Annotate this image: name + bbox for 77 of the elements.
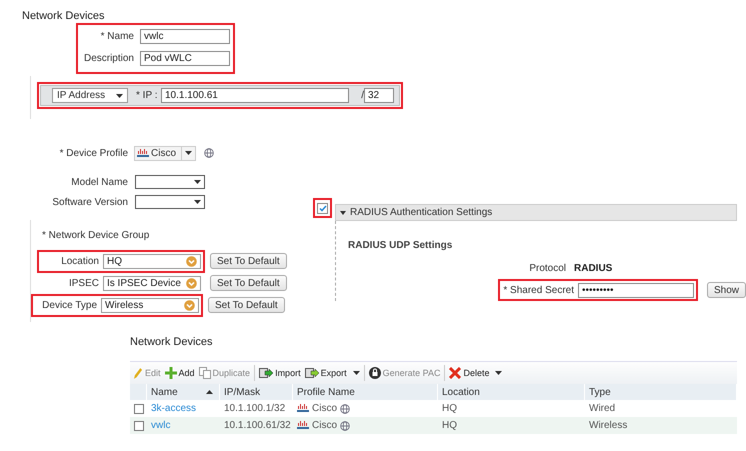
dropdown-icon <box>184 300 195 310</box>
show-button[interactable]: Show <box>707 282 746 298</box>
mask-field[interactable]: 32 <box>364 88 394 103</box>
expand-icon <box>340 210 346 214</box>
column-header[interactable]: IP/Mask <box>220 384 293 400</box>
table-cell: HQ <box>442 403 457 414</box>
field-label: IPSEC <box>68 278 99 288</box>
column-header[interactable]: Profile Name <box>293 384 438 400</box>
field-label: Description <box>82 53 134 64</box>
address-type-select[interactable]: IP Address <box>52 88 128 103</box>
field-label: * Device Profile <box>58 148 128 158</box>
section-title: RADIUS UDP Settings <box>348 240 454 253</box>
table-cell: 10.1.100.1/32 <box>224 403 286 414</box>
field-label: Protocol <box>528 263 566 274</box>
caret-icon <box>185 151 192 155</box>
ip-field[interactable]: 10.1.100.61 <box>161 88 349 103</box>
table-cell: Wireless <box>589 420 628 431</box>
toolbar-button[interactable]: Import <box>259 367 301 379</box>
dropdown-field[interactable]: Is IPSEC Device <box>103 276 201 290</box>
dropdown-field[interactable]: Wireless <box>101 298 199 312</box>
globe-icon[interactable] <box>340 420 350 430</box>
device-link[interactable]: 3k-access <box>151 403 196 414</box>
default-button[interactable]: Set To Default <box>210 253 287 269</box>
section-header[interactable]: RADIUS Authentication Settings <box>335 204 737 221</box>
password-field[interactable]: ••••••••• <box>578 282 694 298</box>
text-field[interactable]: Pod vWLC <box>140 51 230 66</box>
plus-icon <box>164 367 177 379</box>
dropdown-field[interactable] <box>135 175 205 189</box>
globe-icon[interactable] <box>204 148 214 158</box>
toolbar-button[interactable]: Delete <box>449 367 502 379</box>
table-cell: Wired <box>589 403 616 414</box>
dropdown-icon <box>186 256 197 266</box>
table-cell: Cisco <box>312 420 338 431</box>
field-label: * Name <box>100 31 134 42</box>
dropdown-field[interactable]: HQ <box>103 254 201 268</box>
section-label: * Network Device Group <box>42 230 150 242</box>
caret-icon <box>116 94 123 98</box>
table-cell: 10.1.100.61/32 <box>224 420 291 431</box>
lock-icon <box>368 367 381 379</box>
text-field[interactable]: vwlc <box>140 29 230 44</box>
field-label: Device Type <box>41 300 97 310</box>
toolbar-button[interactable]: Add <box>164 367 195 379</box>
pencil-icon <box>134 368 143 378</box>
cisco-logo-icon <box>297 421 309 430</box>
caret-icon <box>194 180 201 184</box>
column-header[interactable]: Name <box>147 384 220 400</box>
default-button[interactable]: Set To Default <box>210 275 287 291</box>
checkbox[interactable] <box>317 202 328 214</box>
column-header[interactable]: Location <box>438 384 585 400</box>
dropdown-field[interactable] <box>135 195 205 209</box>
transfer-icon <box>259 367 274 379</box>
cisco-logo-icon <box>297 404 309 413</box>
field-label: * Shared Secret <box>502 284 574 296</box>
checkmark-icon <box>318 204 326 212</box>
checkbox[interactable] <box>134 420 144 430</box>
profile-select[interactable]: Cisco <box>134 146 196 160</box>
page-title: Network Devices <box>22 10 106 23</box>
field-label: Location <box>60 256 99 266</box>
caret-icon <box>194 200 201 204</box>
table-cell: Cisco <box>312 403 338 414</box>
section-title: Network Devices <box>130 336 214 350</box>
protocol-value: RADIUS <box>574 263 612 274</box>
transfer-icon <box>304 367 319 379</box>
ip-label: * IP : <box>136 90 156 101</box>
separator-text: / <box>360 90 364 101</box>
default-button[interactable]: Set To Default <box>208 297 285 313</box>
column-header[interactable]: Type <box>585 384 737 400</box>
toolbar-button[interactable]: Export <box>304 367 360 379</box>
field-label: Software Version <box>51 196 128 208</box>
cisco-logo-icon <box>137 148 149 158</box>
copy-icon <box>198 367 211 379</box>
table-cell: HQ <box>442 420 457 431</box>
delete-icon <box>449 367 462 379</box>
globe-icon[interactable] <box>340 404 350 414</box>
checkbox[interactable] <box>134 404 144 414</box>
field-label: Model Name <box>70 176 128 188</box>
dropdown-icon <box>186 278 197 288</box>
